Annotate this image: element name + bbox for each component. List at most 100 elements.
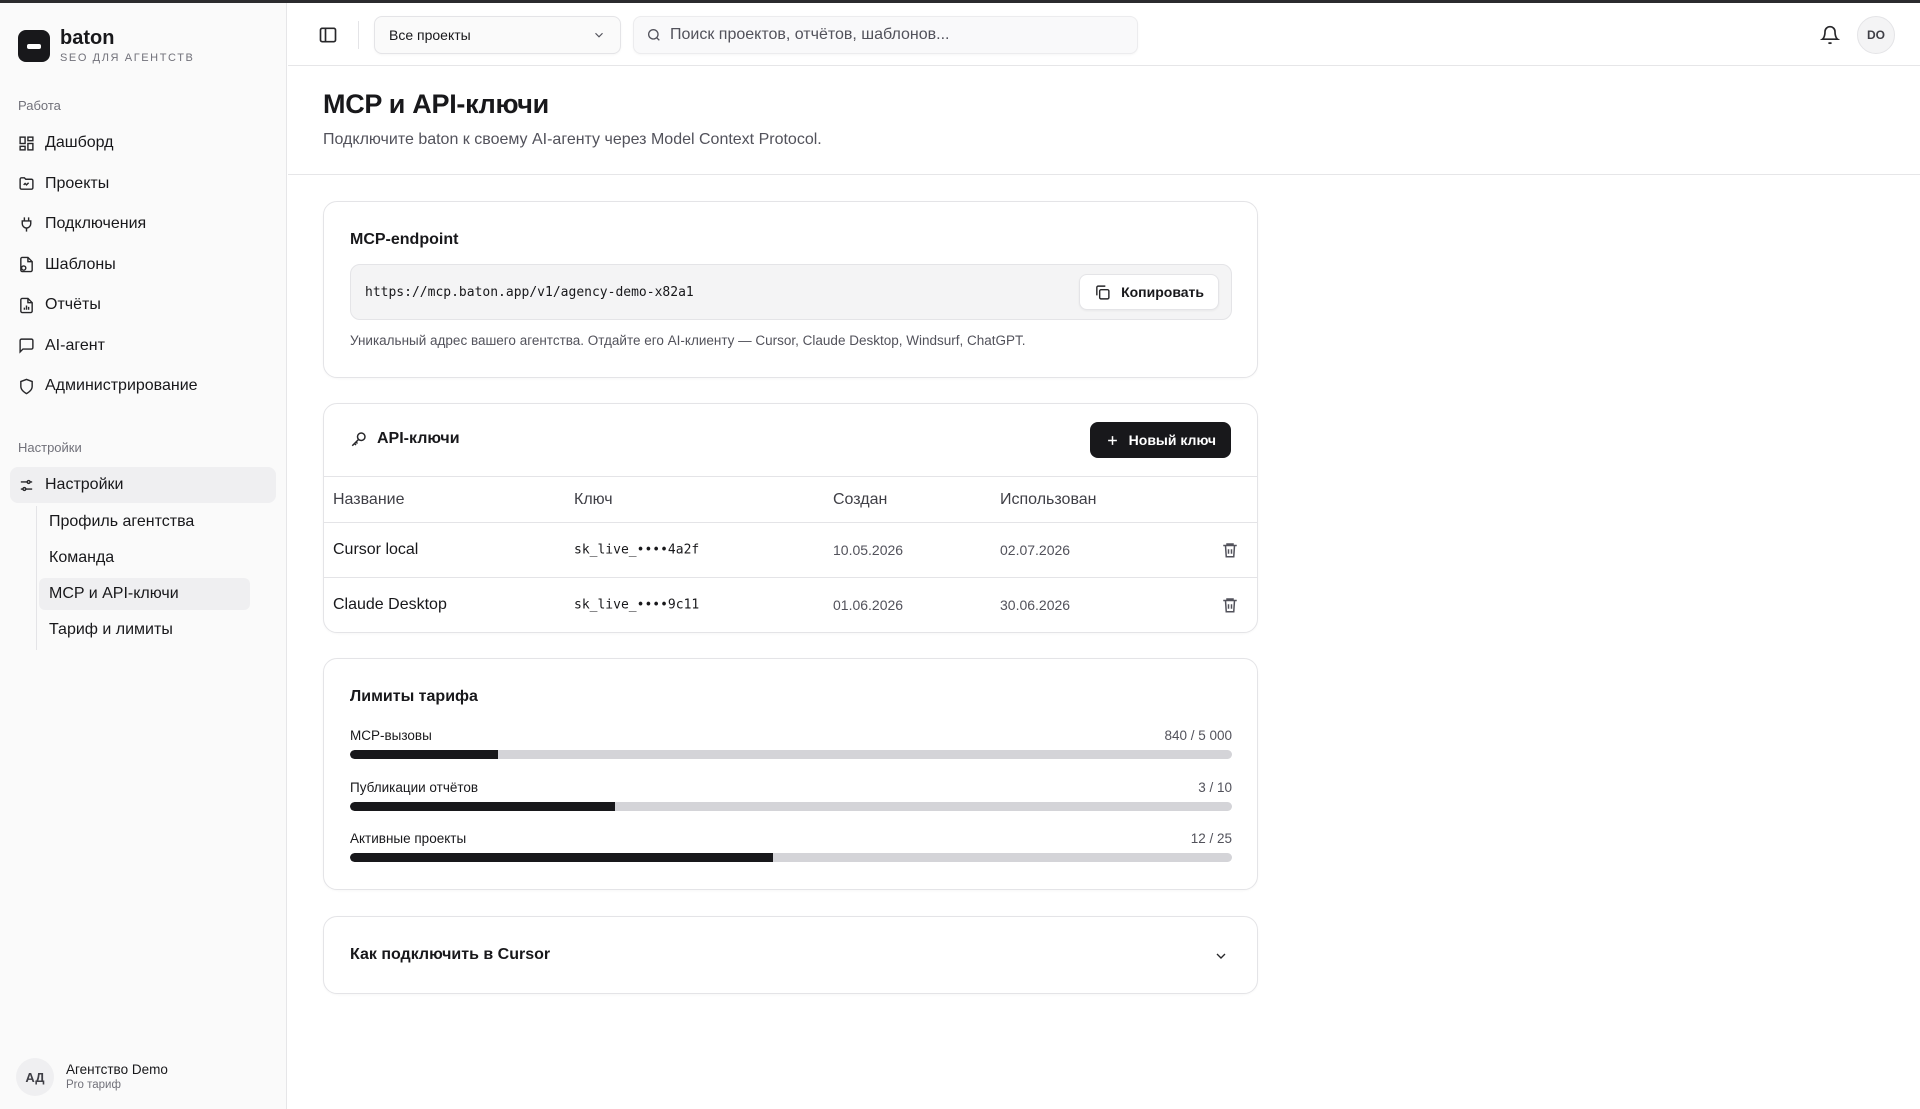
- subnav-mcp-api-keys[interactable]: MCP и API-ключи: [39, 578, 250, 610]
- project-select-value: Все проекты: [389, 27, 471, 43]
- page-header: MCP и API-ключи Подключите baton к своем…: [288, 67, 1920, 175]
- key-icon: [351, 432, 366, 447]
- progress-bar-fill: [350, 853, 774, 862]
- avatar: АД: [16, 1058, 54, 1096]
- subnav-plan-limits[interactable]: Тариф и лимиты: [39, 614, 250, 646]
- sidebar-item-label: Проекты: [45, 174, 110, 192]
- section-label-settings: Настройки: [18, 440, 82, 455]
- progress-bar-fill: [350, 750, 499, 759]
- settings-nav: Настройки: [10, 467, 276, 508]
- search-box: [633, 16, 1138, 54]
- limit-label: Публикации отчётов: [350, 780, 479, 795]
- sidebar-toggle-icon[interactable]: [318, 25, 338, 45]
- plug-icon: [21, 216, 32, 232]
- folder-icon: [19, 177, 34, 190]
- account-name: Агентство Demo: [66, 1062, 168, 1077]
- brand-name: baton: [60, 27, 115, 49]
- key-name: Claude Desktop: [333, 596, 447, 613]
- chat-icon: [19, 338, 34, 354]
- plan-limits-card: Лимиты тарифа MCP-вызовы 840 / 5 000 Пуб…: [323, 658, 1258, 890]
- limit-value: 3 / 10: [1198, 780, 1232, 795]
- progress-bar: [350, 802, 1232, 811]
- chevron-down-icon: [1216, 953, 1226, 959]
- key-created: 10.05.2026: [833, 542, 904, 558]
- report-icon: [20, 297, 33, 313]
- sidebar-item-label: Настройки: [45, 476, 124, 493]
- topbar: Все проекты DO: [288, 3, 1920, 66]
- section-label-work: Работа: [18, 98, 61, 113]
- mcp-endpoint-card: MCP-endpoint https://mcp.baton.app/v1/ag…: [323, 201, 1258, 378]
- limit-label: Активные проекты: [350, 831, 467, 846]
- key-value: sk_live_••••9c11: [574, 597, 700, 613]
- column-header-key: Ключ: [574, 490, 613, 508]
- sidebar-item-dashboard[interactable]: Дашборд: [10, 125, 276, 161]
- sidebar-item-label: Подключения: [45, 215, 147, 232]
- table-row: Cursor local sk_live_••••4a2f 10.05.2026…: [324, 522, 1257, 577]
- card-title: MCP-endpoint: [350, 231, 459, 248]
- progress-bar: [350, 853, 1232, 862]
- key-used: 30.06.2026: [1000, 597, 1071, 613]
- sidebar-item-label: Дашборд: [45, 134, 114, 151]
- sidebar-item-ai-agent[interactable]: AI-агент: [10, 328, 276, 364]
- copy-button[interactable]: Копировать: [1079, 274, 1219, 310]
- account-plan: Pro тариф: [66, 1079, 121, 1091]
- bell-icon[interactable]: [1820, 25, 1840, 45]
- sidebar-item-label: Шаблоны: [45, 255, 116, 273]
- api-keys-card: API-ключи Новый ключ Название Ключ Созда…: [323, 403, 1258, 633]
- key-created: 01.06.2026: [833, 597, 904, 613]
- limit-value: 12 / 25: [1190, 831, 1232, 846]
- table-header-row: Название Ключ Создан Использован: [324, 476, 1257, 522]
- shield-icon: [20, 378, 33, 394]
- sidebar-item-reports[interactable]: Отчёты: [10, 287, 276, 323]
- trash-icon[interactable]: [1221, 596, 1239, 614]
- accordion-title: Как подключить в Cursor: [350, 946, 551, 963]
- sidebar-item-settings[interactable]: Настройки: [10, 467, 276, 503]
- brand-subtitle: SEO ДЛЯ АГЕНТСТВ: [60, 52, 195, 64]
- project-select[interactable]: Все проекты: [374, 16, 621, 54]
- sidebar-item-label: Администрирование: [45, 377, 198, 394]
- card-title: Лимиты тарифа: [350, 688, 478, 705]
- limit-active-projects: Активные проекты 12 / 25: [350, 831, 1232, 862]
- limit-report-publications: Публикации отчётов 3 / 10: [350, 780, 1232, 811]
- template-icon: [20, 256, 33, 273]
- work-nav: Дашборд Проекты Подключения Шаблоны Отчё…: [10, 125, 276, 409]
- account-switcher[interactable]: АД Агентство Demo Pro тариф: [16, 1058, 168, 1096]
- endpoint-url[interactable]: https://mcp.baton.app/v1/agency-demo-x82…: [365, 285, 694, 300]
- endpoint-hint: Уникальный адрес вашего агентства. Отдай…: [350, 333, 1026, 348]
- column-header-name: Название: [333, 490, 405, 508]
- progress-bar-fill: [350, 802, 615, 811]
- user-avatar[interactable]: DO: [1857, 16, 1895, 54]
- plus-icon: [1107, 435, 1117, 445]
- key-name: Cursor local: [333, 541, 419, 558]
- settings-sliders-icon: [20, 479, 33, 491]
- api-keys-table: Название Ключ Создан Использован Cursor …: [324, 476, 1257, 632]
- settings-subnav: Профиль агентства Команда MCP и API-ключ…: [36, 506, 250, 650]
- dashboard-icon: [19, 135, 34, 151]
- column-header-created: Создан: [833, 490, 888, 508]
- sidebar-item-projects[interactable]: Проекты: [10, 166, 276, 202]
- endpoint-box: https://mcp.baton.app/v1/agency-demo-x82…: [350, 264, 1232, 320]
- sidebar-item-connections[interactable]: Подключения: [10, 206, 276, 242]
- cursor-howto-accordion[interactable]: Как подключить в Cursor: [323, 916, 1258, 994]
- sidebar-item-administration[interactable]: Администрирование: [10, 368, 276, 404]
- sidebar-item-label: Отчёты: [45, 296, 101, 313]
- table-row: Claude Desktop sk_live_••••9c11 01.06.20…: [324, 577, 1257, 632]
- search-input[interactable]: [670, 26, 1125, 44]
- page-description: Подключите baton к своему AI-агенту чере…: [323, 131, 822, 148]
- limit-value: 840 / 5 000: [1164, 728, 1232, 743]
- limit-mcp-calls: MCP-вызовы 840 / 5 000: [350, 728, 1232, 759]
- new-key-button[interactable]: Новый ключ: [1089, 422, 1231, 458]
- sidebar-item-templates[interactable]: Шаблоны: [10, 247, 276, 283]
- brand[interactable]: baton SEO ДЛЯ АГЕНТСТВ: [18, 27, 194, 65]
- new-key-label: Новый ключ: [1128, 432, 1216, 448]
- key-used: 02.07.2026: [1000, 542, 1071, 558]
- progress-bar: [350, 750, 1232, 759]
- copy-icon: [1096, 284, 1110, 300]
- subnav-agency-profile[interactable]: Профиль агентства: [39, 506, 250, 538]
- limit-label: MCP-вызовы: [350, 728, 432, 743]
- page-title: MCP и API-ключи: [323, 89, 549, 119]
- sidebar: baton SEO ДЛЯ АГЕНТСТВ Работа Дашборд Пр…: [0, 3, 287, 1109]
- search-icon: [648, 29, 660, 41]
- subnav-team[interactable]: Команда: [39, 542, 250, 574]
- trash-icon[interactable]: [1221, 541, 1239, 559]
